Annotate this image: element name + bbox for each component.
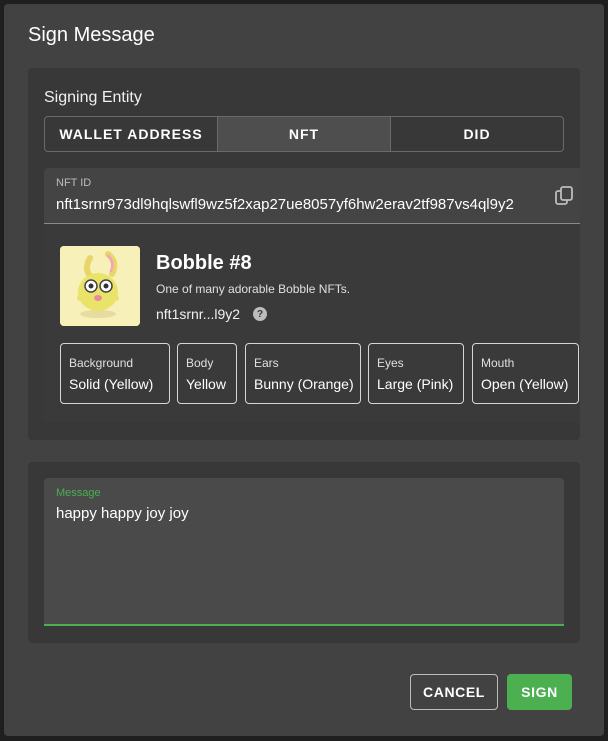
- attribute-key: Eyes: [377, 356, 404, 370]
- attribute-value: Bunny (Orange): [254, 376, 354, 392]
- attribute-chip-body: Body Yellow: [177, 343, 237, 404]
- toggle-nft[interactable]: NFT: [218, 117, 391, 151]
- message-label: Message: [56, 487, 101, 499]
- toggle-did[interactable]: DID: [391, 117, 563, 151]
- attribute-key: Ears: [254, 356, 279, 370]
- attribute-value: Yellow: [186, 376, 226, 392]
- dialog-title: Sign Message: [28, 24, 155, 46]
- attribute-chip-background: Background Solid (Yellow): [60, 343, 170, 404]
- toggle-wallet-address[interactable]: WALLET ADDRESS: [45, 117, 218, 151]
- attribute-chip-mouth: Mouth Open (Yellow): [472, 343, 579, 404]
- copy-icon[interactable]: [552, 184, 576, 208]
- attribute-value: Large (Pink): [377, 376, 454, 392]
- nft-id-label: NFT ID: [56, 177, 92, 189]
- message-card: Message happy happy joy joy: [28, 462, 580, 643]
- sign-message-dialog: Sign Message Signing Entity WALLET ADDRE…: [4, 4, 604, 736]
- attribute-key: Background: [69, 356, 134, 370]
- sign-button[interactable]: SIGN: [507, 674, 572, 710]
- attribute-value: Open (Yellow): [481, 376, 569, 392]
- attribute-chip-ears: Ears Bunny (Orange): [245, 343, 361, 404]
- cancel-button[interactable]: CANCEL: [410, 674, 498, 710]
- message-input[interactable]: happy happy joy joy: [56, 505, 189, 522]
- attribute-value: Solid (Yellow): [69, 376, 154, 392]
- signing-entity-card: Signing Entity WALLET ADDRESS NFT DID NF…: [28, 68, 580, 440]
- attribute-chip-eyes: Eyes Large (Pink): [368, 343, 464, 404]
- help-icon[interactable]: ?: [253, 307, 267, 321]
- nft-name: Bobble #8: [156, 252, 252, 274]
- signing-entity-toggle-group: WALLET ADDRESS NFT DID: [44, 116, 564, 152]
- message-field[interactable]: Message happy happy joy joy: [44, 478, 564, 626]
- nft-thumbnail: [60, 246, 140, 326]
- nft-short-id: nft1srnr...l9y2: [156, 306, 241, 322]
- nft-id-field[interactable]: NFT ID nft1srnr973dl9hqlswfl9wz5f2xap27u…: [44, 168, 580, 224]
- nft-description: One of many adorable Bobble NFTs.: [156, 282, 351, 296]
- signing-entity-label: Signing Entity: [44, 89, 142, 106]
- attribute-key: Body: [186, 356, 214, 370]
- nft-preview-card: Bobble #8 One of many adorable Bobble NF…: [44, 224, 580, 422]
- nft-id-value[interactable]: nft1srnr973dl9hqlswfl9wz5f2xap27ue8057yf…: [56, 196, 538, 213]
- attribute-key: Mouth: [481, 356, 515, 370]
